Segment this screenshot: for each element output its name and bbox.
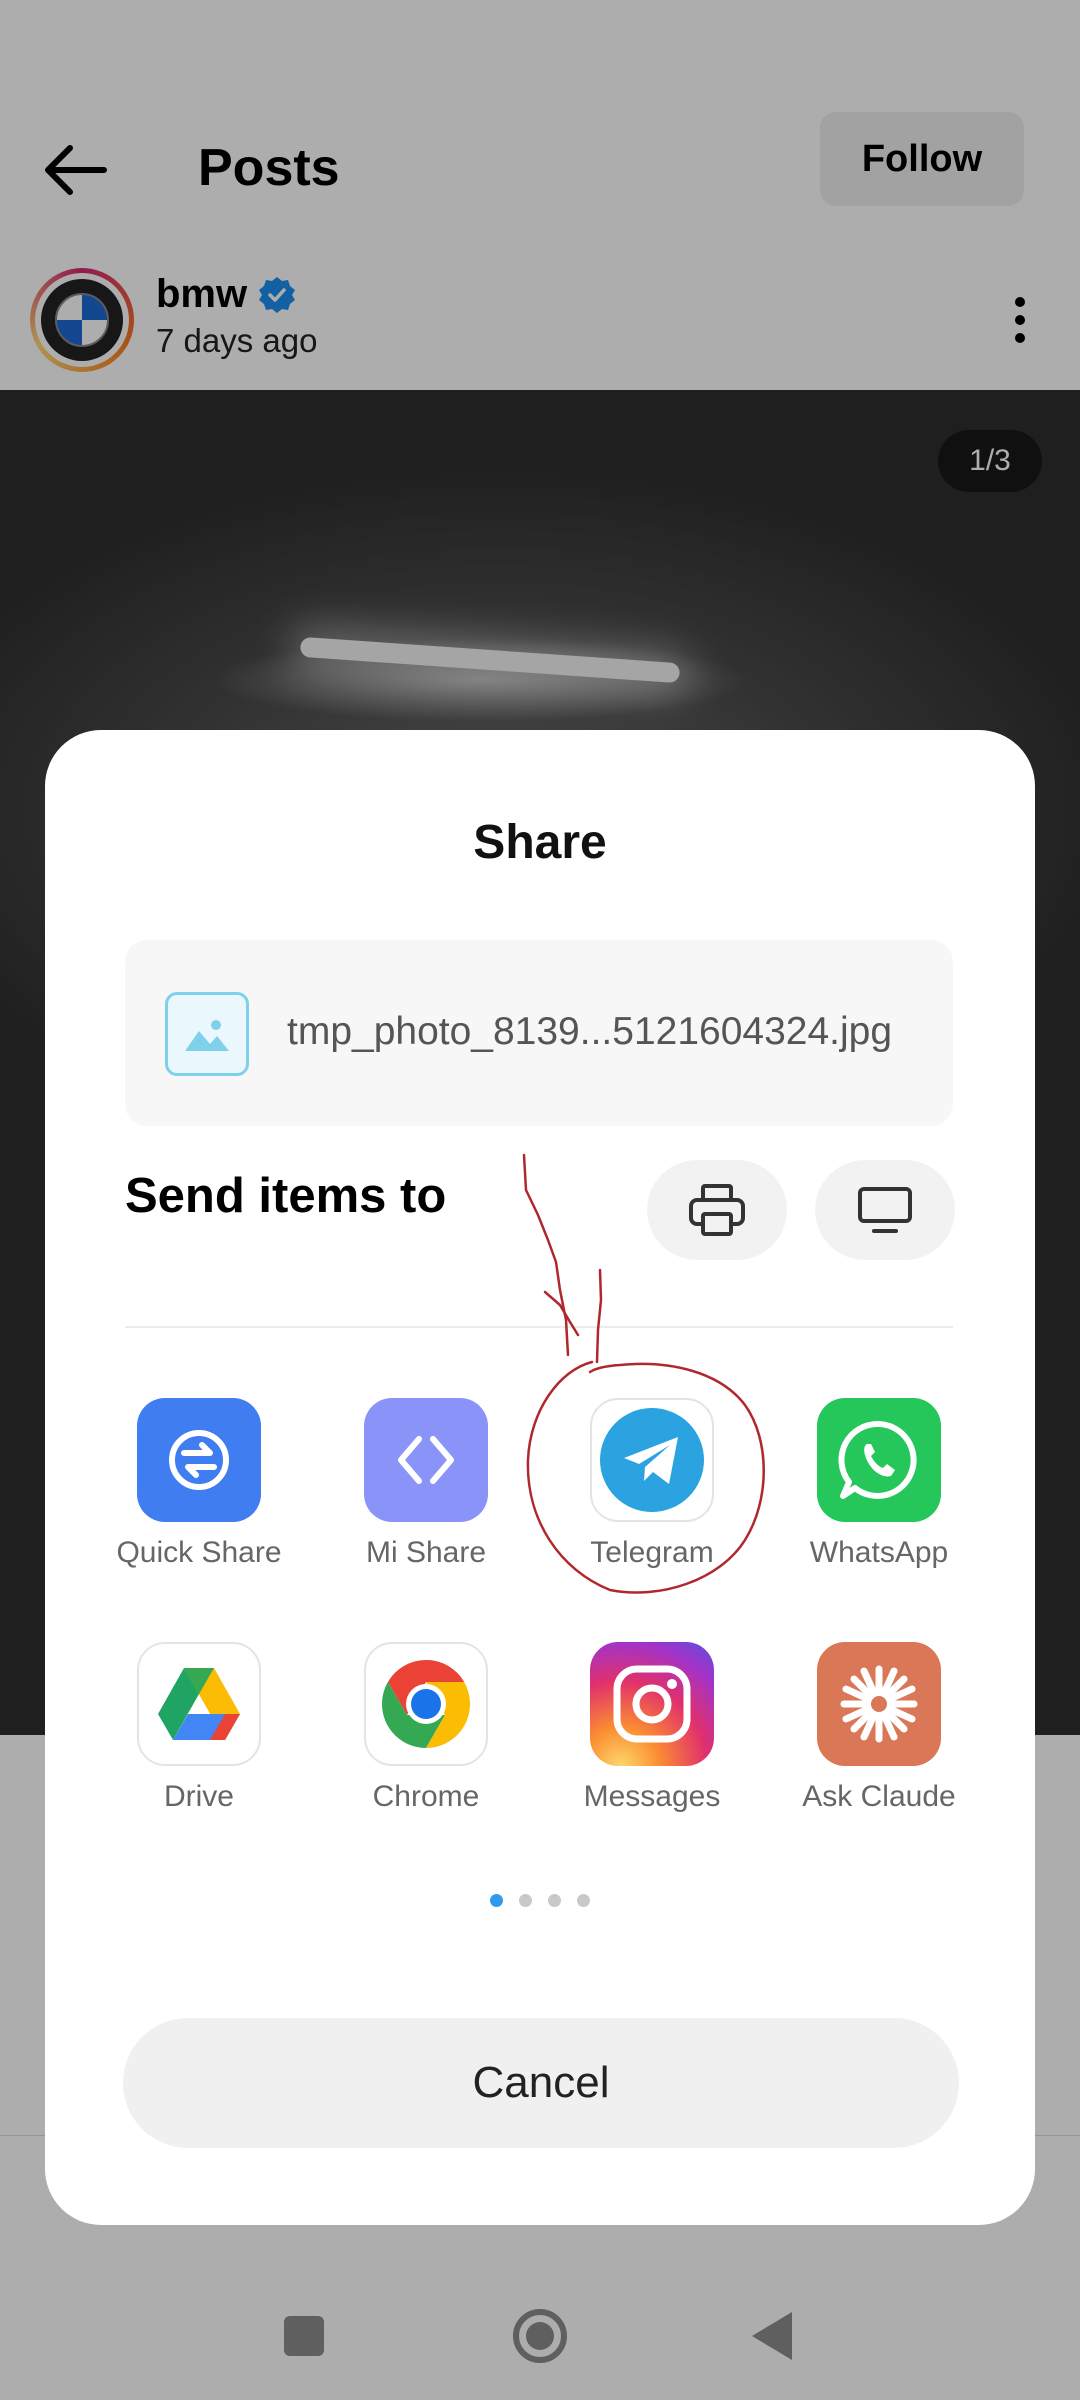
page-dot xyxy=(519,1894,532,1907)
recents-button[interactable] xyxy=(284,2316,324,2356)
monitor-icon xyxy=(858,1187,912,1233)
image-file-icon xyxy=(165,992,249,1076)
quick-share-icon xyxy=(137,1398,261,1522)
share-app-mi-share[interactable]: Mi Share xyxy=(316,1398,536,1618)
share-app-messages[interactable]: Messages xyxy=(542,1642,762,1862)
share-app-ask-claude[interactable]: Ask Claude xyxy=(769,1642,989,1862)
whatsapp-icon xyxy=(817,1398,941,1522)
cancel-button[interactable]: Cancel xyxy=(123,2018,959,2148)
send-items-label: Send items to xyxy=(125,1169,447,1223)
share-app-chrome[interactable]: Chrome xyxy=(316,1642,536,1862)
page-dot xyxy=(577,1894,590,1907)
share-app-telegram[interactable]: Telegram xyxy=(542,1398,762,1618)
shared-file-card: tmp_photo_8139...5121604324.jpg xyxy=(125,940,953,1126)
app-label: Telegram xyxy=(590,1536,714,1569)
printer-icon xyxy=(689,1184,745,1236)
app-label: Messages xyxy=(583,1780,721,1813)
share-sheet-title: Share xyxy=(473,816,607,869)
app-label: Ask Claude xyxy=(802,1780,956,1813)
mi-share-icon xyxy=(364,1398,488,1522)
print-button[interactable] xyxy=(647,1160,787,1260)
claude-icon xyxy=(817,1642,941,1766)
telegram-icon xyxy=(590,1398,714,1522)
home-button[interactable] xyxy=(513,2309,567,2363)
share-sheet: Share tmp_photo_8139...5121604324.jpg Se… xyxy=(45,730,1035,2225)
app-label: Mi Share xyxy=(365,1536,487,1569)
shared-file-name: tmp_photo_8139...5121604324.jpg xyxy=(287,1010,893,1053)
divider xyxy=(125,1326,953,1328)
google-drive-icon xyxy=(137,1642,261,1766)
back-button[interactable] xyxy=(752,2312,792,2360)
share-app-drive[interactable]: Drive xyxy=(89,1642,309,1862)
share-app-whatsapp[interactable]: WhatsApp xyxy=(769,1398,989,1618)
share-app-quick-share[interactable]: Quick Share xyxy=(89,1398,309,1618)
page-dot xyxy=(548,1894,561,1907)
app-label: Quick Share xyxy=(116,1536,282,1569)
page-indicator xyxy=(45,1894,1035,1907)
app-label: WhatsApp xyxy=(809,1536,949,1569)
app-label: Drive xyxy=(163,1780,234,1813)
instagram-icon xyxy=(590,1642,714,1766)
app-label: Chrome xyxy=(372,1780,480,1813)
cast-screen-button[interactable] xyxy=(815,1160,955,1260)
chrome-icon xyxy=(364,1642,488,1766)
page-dot-active xyxy=(490,1894,503,1907)
